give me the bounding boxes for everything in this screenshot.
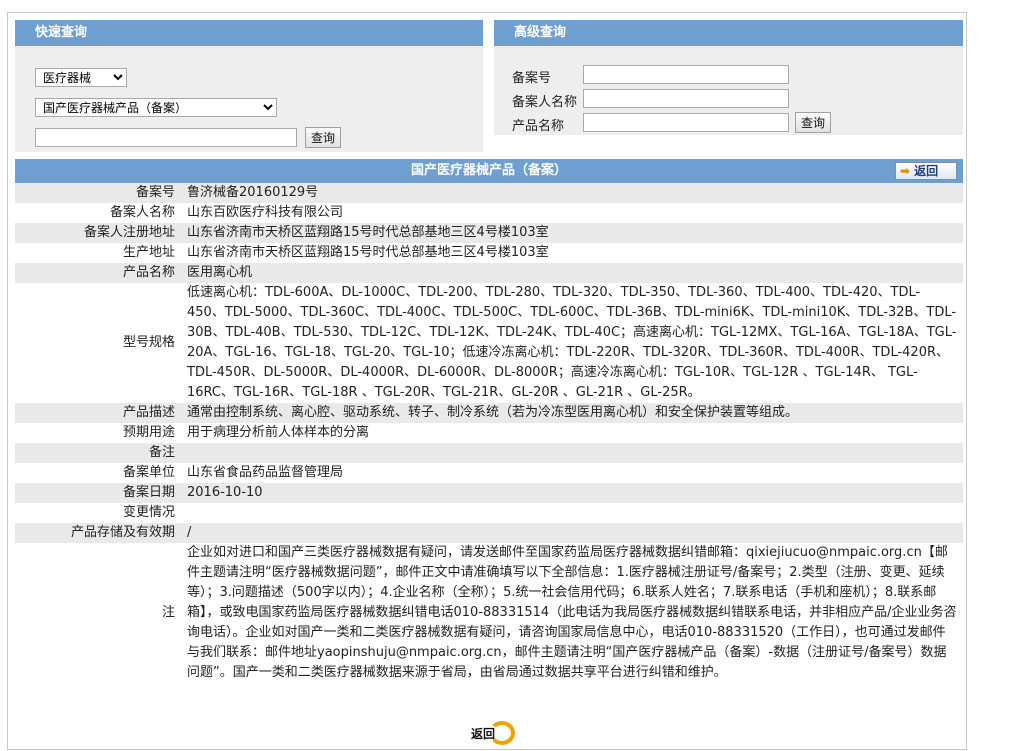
filer-name-label: 备案人名称: [512, 95, 578, 110]
detail-row: 备案日期 2016-10-10: [15, 483, 963, 503]
back-top-button[interactable]: ➡ 返回: [895, 162, 957, 180]
detail-row-value: 2016-10-10: [181, 483, 963, 503]
quick-query-title: 快速查询: [15, 20, 483, 46]
detail-row-key: 备案人注册地址: [15, 223, 181, 243]
advanced-query-title: 高级查询: [494, 20, 963, 46]
detail-row-value: 鲁济械备20160129号: [181, 183, 963, 203]
detail-row: 备案人注册地址 山东省济南市天桥区蓝翔路15号时代总部基地三区4号楼103室: [15, 223, 963, 243]
detail-row: 备案单位 山东省食品药品监督管理局: [15, 463, 963, 483]
detail-row: 生产地址 山东省济南市天桥区蓝翔路15号时代总部基地三区4号楼103室: [15, 243, 963, 263]
detail-row-key: 预期用途: [122, 425, 175, 440]
subcategory-select[interactable]: 国产医疗器械产品（备案）: [35, 98, 277, 117]
notice-text: 企业如对进口和国产三类医疗器械数据有疑问，请发送邮件至国家药监局医疗器械数据纠错…: [187, 545, 957, 680]
detail-row-value: 低速离心机：TDL-600A、DL-1000C、TDL-200、TDL-280、…: [187, 285, 957, 400]
detail-row-value: /: [181, 523, 963, 543]
detail-row-key: 型号规格: [122, 335, 175, 350]
detail-row-value: 通常由控制系统、离心腔、驱动系统、转子、制冷系统（若为冷冻型医用离心机）和安全保…: [181, 403, 963, 423]
category-select[interactable]: 医疗器械: [35, 68, 127, 87]
detail-row: 产品描述 通常由控制系统、离心腔、驱动系统、转子、制冷系统（若为冷冻型医用离心机）…: [15, 403, 963, 423]
filer-name-input[interactable]: [583, 89, 789, 108]
detail-row: 产品名称 医用离心机: [15, 263, 963, 283]
arrow-right-icon: ➡: [900, 164, 911, 178]
detail-row-value: [181, 443, 963, 463]
detail-row-key: 备案人名称: [109, 205, 175, 220]
detail-row: 备注: [15, 443, 963, 463]
detail-row-key: 生产地址: [122, 245, 175, 260]
notice-row: 注企业如对进口和国产三类医疗器械数据有疑问，请发送邮件至国家药监局医疗器械数据纠…: [15, 543, 963, 683]
detail-section: 国产医疗器械产品（备案） ➡ 返回 备案号 鲁济械备20160129号 备案人名称山…: [15, 159, 963, 683]
detail-row: 变更情况: [15, 503, 963, 523]
detail-row-key: 备注: [15, 443, 181, 463]
notice-key: 注: [161, 605, 175, 620]
detail-row-value: 医用离心机: [181, 263, 963, 283]
quick-query-panel: 快速查询 医疗器械 国产医疗器械产品（备案） 查询: [15, 20, 483, 152]
detail-row: 型号规格 低速离心机：TDL-600A、DL-1000C、TDL-200、TDL-…: [15, 283, 963, 403]
detail-table: 备案号 鲁济械备20160129号 备案人名称 山东百欧医疗科技有限公司 备案人注册地址…: [15, 183, 963, 683]
detail-row-key: 产品存储及有效期: [15, 523, 181, 543]
product-name-input[interactable]: [583, 113, 789, 132]
content-frame: 快速查询 医疗器械 国产医疗器械产品（备案） 查询 高级查询 备案号 备案人名称…: [7, 12, 967, 750]
detail-title-bar: 国产医疗器械产品（备案） ➡ 返回: [15, 159, 963, 183]
advanced-query-button[interactable]: 查询: [795, 112, 832, 133]
detail-row-value: 山东省济南市天桥区蓝翔路15号时代总部基地三区4号楼103室: [181, 223, 963, 243]
detail-row-key: 备案单位: [122, 465, 175, 480]
detail-row: 备案人名称 山东百欧医疗科技有限公司: [15, 203, 963, 223]
detail-title: 国产医疗器械产品（备案）: [410, 163, 567, 178]
detail-row-key: 变更情况: [122, 505, 175, 520]
detail-row-value: 山东百欧医疗科技有限公司: [187, 205, 344, 220]
record-no-label: 备案号: [512, 71, 552, 86]
detail-row: 预期用途 用于病理分析前人体样本的分离: [15, 423, 963, 443]
detail-row-key: 产品名称: [15, 263, 181, 283]
back-bottom-button[interactable]: 返回: [471, 721, 515, 745]
detail-row-value: 山东省食品药品监督管理局: [187, 465, 344, 480]
detail-row-value: 用于病理分析前人体样本的分离: [187, 425, 370, 440]
record-no-input[interactable]: [583, 65, 789, 84]
back-bottom-label: 返回: [471, 726, 496, 741]
detail-row-key: 产品描述: [15, 403, 181, 423]
back-top-label: 返回: [914, 164, 939, 178]
detail-row-value: 山东省济南市天桥区蓝翔路15号时代总部基地三区4号楼103室: [187, 245, 549, 260]
detail-row: 产品存储及有效期 /: [15, 523, 963, 543]
advanced-query-panel: 高级查询 备案号 备案人名称 产品名称 查询: [494, 20, 963, 135]
product-name-label: 产品名称: [512, 119, 565, 134]
detail-row-key: 备案日期: [15, 483, 181, 503]
keyword-input[interactable]: [35, 128, 297, 147]
detail-row-key: 备案号: [15, 183, 181, 203]
quick-query-button[interactable]: 查询: [305, 127, 342, 148]
detail-row: 备案号 鲁济械备20160129号: [15, 183, 963, 203]
detail-row-value: [181, 503, 963, 523]
